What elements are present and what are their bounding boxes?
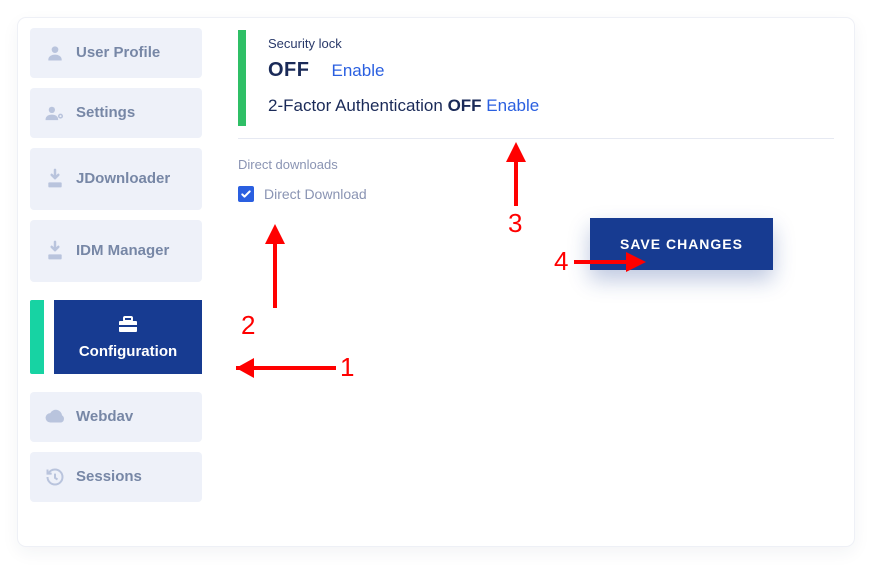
direct-download-checkbox[interactable] (238, 186, 254, 202)
security-lock-row: OFF Enable (268, 59, 834, 82)
download-icon (44, 240, 66, 262)
sidebar-item-label: IDM Manager (76, 242, 169, 261)
tfa-enable-link[interactable]: Enable (486, 96, 539, 115)
sidebar-item-label: User Profile (76, 44, 160, 63)
content-area: Security lock OFF Enable 2-Factor Authen… (210, 18, 854, 546)
user-gear-icon (44, 103, 66, 123)
active-accent (30, 300, 44, 374)
security-block: Security lock OFF Enable 2-Factor Authen… (238, 30, 834, 126)
sidebar: User Profile Settings JDownloader IDM Ma… (18, 18, 210, 546)
security-lock-status: OFF (268, 59, 310, 82)
tfa-row: 2-Factor Authentication OFF Enable (268, 96, 834, 116)
sidebar-item-label: JDownloader (76, 170, 170, 189)
sidebar-item-settings[interactable]: Settings (30, 88, 202, 138)
sidebar-item-user-profile[interactable]: User Profile (30, 28, 202, 78)
download-icon (44, 168, 66, 190)
settings-panel: User Profile Settings JDownloader IDM Ma… (18, 18, 854, 546)
tfa-label: 2-Factor Authentication (268, 96, 443, 115)
divider (238, 138, 834, 139)
check-icon (240, 188, 252, 200)
direct-download-label: Direct Download (264, 186, 367, 202)
sidebar-item-label: Configuration (79, 343, 177, 362)
user-icon (44, 43, 66, 63)
security-lock-enable-link[interactable]: Enable (332, 61, 385, 81)
sidebar-item-sessions[interactable]: Sessions (30, 452, 202, 502)
downloads-section-title: Direct downloads (238, 157, 834, 172)
security-lock-label: Security lock (268, 36, 834, 51)
toolbox-icon (116, 313, 140, 339)
sidebar-item-label: Webdav (76, 408, 133, 427)
cloud-icon (44, 409, 66, 425)
save-changes-button[interactable]: SAVE CHANGES (590, 218, 773, 270)
sidebar-item-configuration[interactable]: Configuration (30, 300, 202, 374)
tfa-status: OFF (448, 96, 482, 115)
history-icon (44, 467, 66, 487)
sidebar-item-jdownloader[interactable]: JDownloader (30, 148, 202, 210)
sidebar-item-idm-manager[interactable]: IDM Manager (30, 220, 202, 282)
sidebar-item-webdav[interactable]: Webdav (30, 392, 202, 442)
active-body: Configuration (54, 300, 202, 374)
direct-download-row: Direct Download (238, 186, 834, 202)
sidebar-item-label: Sessions (76, 468, 142, 487)
sidebar-item-label: Settings (76, 104, 135, 123)
